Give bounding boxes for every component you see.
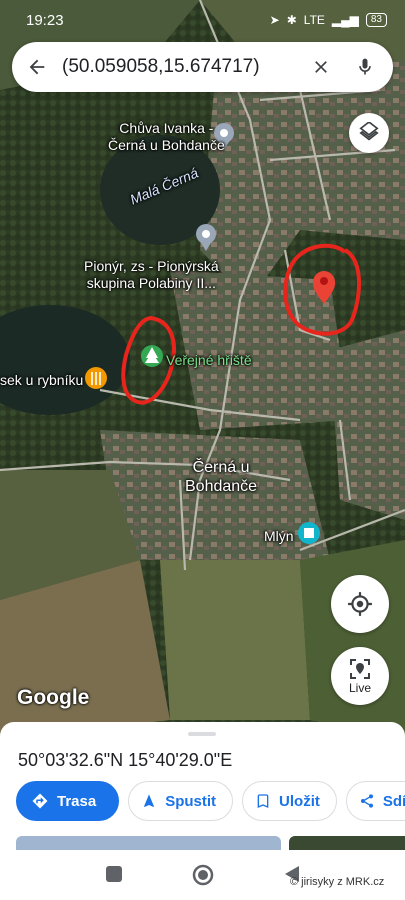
drag-handle[interactable] <box>188 732 216 736</box>
photo-thumbnails <box>16 836 405 850</box>
recents-icon[interactable] <box>105 865 123 888</box>
bluetooth-icon: ✱ <box>286 13 297 27</box>
annotation-overlay <box>121 243 361 405</box>
poi-label-chuva[interactable]: Chůva Ivanka - Černá u Bohdanče <box>108 120 225 154</box>
directions-label: Trasa <box>57 792 97 810</box>
start-button[interactable]: Spustit <box>128 781 234 821</box>
search-bar[interactable]: (50.059058,15.674717) <box>12 42 393 92</box>
poi-label-line: Pionýr, zs - Pionýrská <box>84 258 219 274</box>
status-time: 19:23 <box>26 11 64 29</box>
poi-label-line: Černá u Bohdanče <box>108 137 225 153</box>
map-view[interactable]: Chůva Ivanka - Černá u Bohdanče Malá Čer… <box>0 0 405 740</box>
status-bar: 19:23 ➤ ✱ LTE ▂▄▆ 83 <box>0 0 405 40</box>
photo-thumbnail[interactable] <box>16 836 281 850</box>
poi-label-pionyr[interactable]: Pionýr, zs - Pionýrská skupina Polabiny … <box>84 258 219 292</box>
back-arrow-icon[interactable] <box>12 42 62 92</box>
battery-indicator: 83 <box>365 13 387 27</box>
share-button[interactable]: Sdíle <box>345 781 405 821</box>
poi-label-mill[interactable]: Mlýn <box>264 528 294 545</box>
clear-icon[interactable] <box>299 42 343 92</box>
photo-thumbnail[interactable] <box>289 836 405 850</box>
share-label: Sdíle <box>382 792 405 810</box>
live-label: Live <box>348 681 371 695</box>
save-button[interactable]: Uložit <box>242 781 337 821</box>
start-label: Spustit <box>165 792 217 810</box>
network-label: LTE <box>303 13 325 27</box>
crosshair-icon <box>348 592 372 616</box>
search-query[interactable]: (50.059058,15.674717) <box>62 56 299 78</box>
home-icon[interactable] <box>191 863 215 892</box>
microphone-icon[interactable] <box>343 42 387 92</box>
layers-button[interactable] <box>349 113 389 153</box>
share-icon <box>360 794 373 808</box>
bookmark-icon <box>257 794 269 809</box>
poi-label-restaurant[interactable]: sek u rybníku <box>0 372 83 389</box>
system-nav-bar <box>0 850 405 900</box>
village-label-line: Bohdanče <box>185 478 258 495</box>
village-label: Černá u Bohdanče <box>185 458 257 496</box>
layers-icon <box>359 122 379 141</box>
navigation-icon <box>144 794 155 807</box>
navigation-arrow-icon: ➤ <box>269 13 280 27</box>
poi-label-playground[interactable]: Veřejné hřiště <box>166 352 252 369</box>
save-label: Uložit <box>279 792 320 810</box>
live-view-button[interactable]: Live <box>331 647 389 705</box>
google-logo: Google <box>17 686 90 709</box>
my-location-button[interactable] <box>331 575 389 633</box>
live-view-icon <box>350 659 370 679</box>
action-chips: Trasa Spustit Uložit Sdíle <box>16 781 405 821</box>
poi-label-line: Chůva Ivanka - <box>119 120 214 136</box>
village-label-line: Černá u <box>192 459 250 476</box>
poi-label-line: skupina Polabiny II... <box>86 275 216 291</box>
signal-icon: ▂▄▆ <box>331 13 359 27</box>
directions-button[interactable]: Trasa <box>16 781 120 821</box>
directions-icon <box>32 793 48 809</box>
coordinates-title: 50°03'32.6"N 15°40'29.0"E <box>18 750 233 770</box>
bottom-sheet[interactable]: 50°03'32.6"N 15°40'29.0"E Trasa Spustit … <box>0 722 405 850</box>
status-icons: ➤ ✱ LTE ▂▄▆ 83 <box>270 13 387 27</box>
watermark: © jirisyky z MRK.cz <box>290 876 385 888</box>
annotation-circle-pin <box>283 243 361 336</box>
